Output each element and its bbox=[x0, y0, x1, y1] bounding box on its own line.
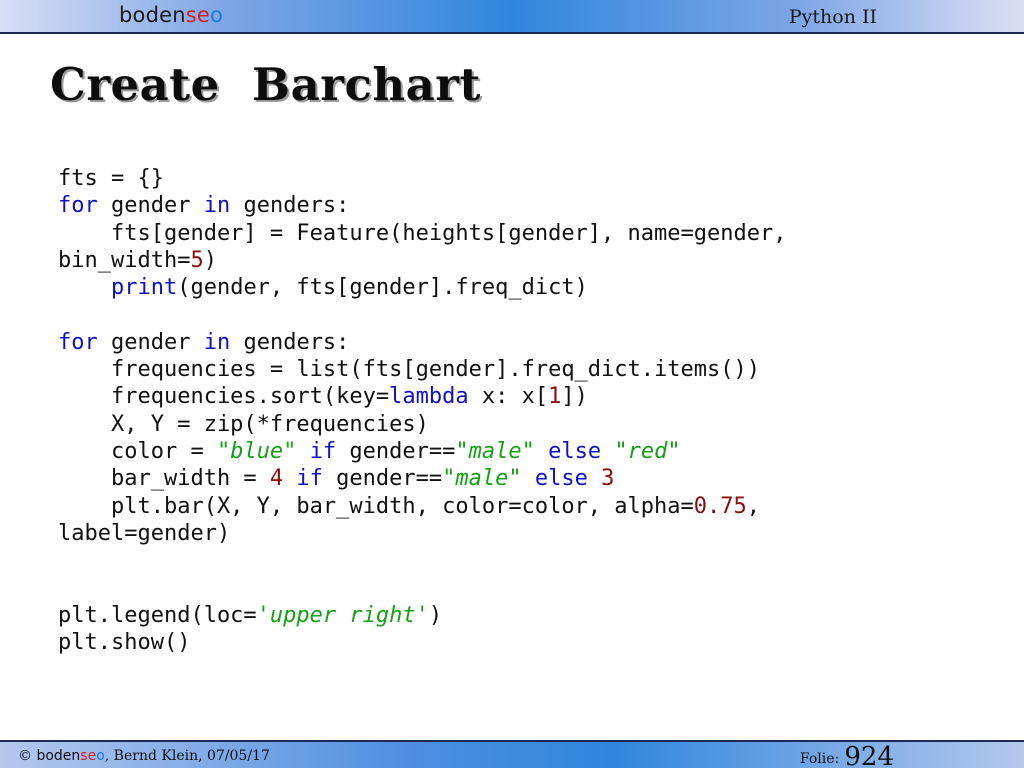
code-line: print(gender, fts[gender].freq_dict) bbox=[110, 275, 588, 301]
code-line: frequencies = list(fts[gender].freq_dict… bbox=[58, 357, 760, 383]
code-line: plt.legend(loc='upper right') bbox=[58, 602, 443, 628]
code-line: plt.show() bbox=[58, 630, 191, 656]
bodenseo-logo: bodenseo bbox=[119, 3, 224, 27]
code-line: bar_width = 4 if gender=="male" else 3 bbox=[58, 466, 615, 492]
code-line: fts = {} bbox=[58, 166, 164, 191]
footer-brand: bodenseo bbox=[36, 748, 105, 764]
code-line: frequencies.sort(key=lambda x: x[1]) bbox=[58, 384, 588, 410]
folie-label: Folie: bbox=[799, 751, 840, 767]
code-line: plt.bar(X, Y, bar_width, color=color, al… bbox=[58, 493, 760, 519]
slide-title: Create Barchart bbox=[50, 58, 481, 111]
code-line: X, Y = zip(*frequencies) bbox=[58, 411, 429, 437]
code-line: for gender in genders: bbox=[58, 329, 350, 355]
footer-author-date: , Bernd Klein, 07/05/17 bbox=[104, 748, 270, 764]
footer-copyright: © bodenseo, Bernd Klein, 07/05/17 bbox=[18, 748, 270, 764]
code-block: fts = {} for gender in genders: fts[gend… bbox=[58, 165, 786, 656]
code-line: label=gender) bbox=[58, 520, 231, 546]
copyright-symbol: © bbox=[18, 748, 32, 764]
header-bar: bodenseo Python II bbox=[0, 0, 1024, 34]
footer-bar: © bodenseo, Bernd Klein, 07/05/17 Folie:… bbox=[0, 740, 1024, 772]
code-line: bin_width=5) bbox=[58, 247, 217, 273]
course-title: Python II bbox=[788, 6, 877, 28]
code-line: fts[gender] = Feature(heights[gender], n… bbox=[58, 220, 787, 246]
code-line: color = "blue" if gender=="male" else "r… bbox=[58, 438, 681, 464]
code-line: for gender in genders: bbox=[58, 193, 350, 219]
